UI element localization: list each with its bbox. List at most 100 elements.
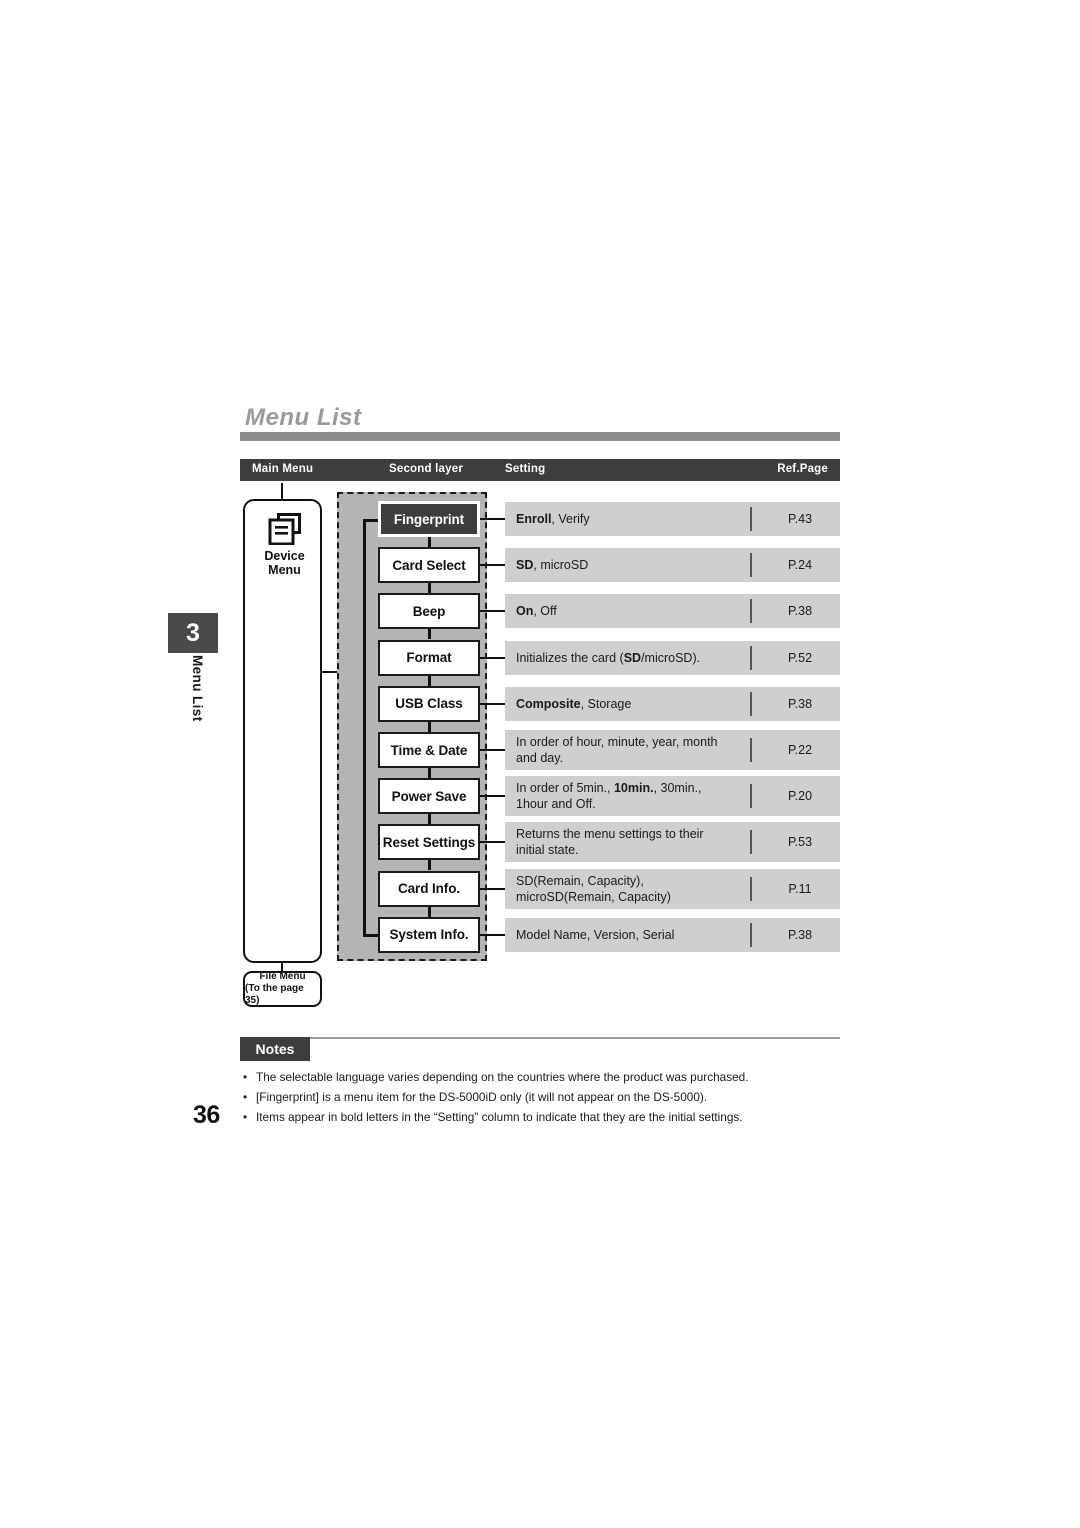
column-divider — [750, 876, 752, 901]
device-menu-top-connector — [281, 483, 283, 500]
column-divider — [750, 507, 752, 531]
ref-page-value: P.38 — [787, 927, 813, 942]
table-row: Model Name, Version, Serial P.38 — [505, 917, 840, 952]
item-to-setting-connector — [480, 795, 505, 798]
item-connector — [428, 583, 431, 594]
note-text: Items appear in bold letters in the “Set… — [256, 1110, 743, 1124]
ref-page-value: P.53 — [787, 835, 813, 850]
column-divider — [750, 922, 752, 947]
table-row: In order of 5min., 10min., 30min., 1hour… — [505, 776, 840, 817]
setting-text: SD, microSD — [516, 558, 589, 573]
menu-item-label: USB Class — [395, 696, 463, 712]
column-divider — [750, 738, 752, 762]
notes-rule — [240, 1037, 840, 1039]
menu-item-label: Beep — [412, 603, 446, 619]
column-header-ref-page: Ref.Page — [777, 463, 828, 475]
page-number: 36 — [193, 1101, 220, 1129]
item-to-setting-connector — [480, 887, 505, 890]
menu-item-usb-class[interactable]: USB Class — [378, 685, 480, 722]
table-row: Enroll, Verify P.43 — [505, 502, 840, 536]
menu-item-format[interactable]: Format — [378, 639, 480, 676]
file-menu-box[interactable]: File Menu (To the page 35) — [243, 971, 322, 1007]
device-menu-box: Device Menu — [243, 499, 322, 963]
file-menu-page-ref: (To the page 35) — [245, 983, 304, 1006]
device-menu-label-line2: Menu — [268, 563, 301, 577]
ref-page-value: P.11 — [788, 881, 812, 896]
item-to-setting-connector — [480, 841, 505, 844]
menu-item-label: Reset Settings — [382, 834, 476, 850]
device-menu-label-line1: Device — [264, 549, 305, 563]
menu-item-reset-settings[interactable]: Reset Settings — [378, 824, 480, 861]
document-list-icon — [268, 513, 301, 545]
table-row: On, Off P.38 — [505, 594, 840, 629]
ref-page-value: P.38 — [787, 696, 813, 711]
note-item: • Items appear in bold letters in the “Se… — [240, 1108, 840, 1127]
item-to-setting-connector — [480, 933, 505, 936]
item-connector — [428, 629, 431, 640]
item-connector — [428, 860, 431, 871]
item-to-setting-connector — [480, 749, 505, 751]
item-to-setting-connector — [480, 702, 505, 705]
chapter-number: 3 — [186, 618, 200, 647]
column-divider — [750, 830, 752, 855]
menu-item-label: Power Save — [391, 788, 467, 804]
bullet-icon: • — [243, 1090, 248, 1104]
menu-item-card-select[interactable]: Card Select — [378, 547, 480, 584]
setting-text: On, Off — [516, 604, 557, 619]
menu-item-card-info[interactable]: Card Info. — [378, 870, 480, 907]
item-connector — [428, 537, 431, 547]
setting-text: SD(Remain, Capacity), microSD(Remain, Ca… — [516, 873, 671, 904]
setting-text: Initializes the card (SD/microSD). — [516, 650, 701, 665]
menu-item-beep[interactable]: Beep — [378, 593, 480, 630]
ref-page-value: P.24 — [787, 558, 813, 573]
bullet-icon: • — [243, 1070, 248, 1084]
file-menu-label: File Menu — [259, 971, 306, 982]
column-divider — [750, 553, 752, 578]
table-row: SD(Remain, Capacity), microSD(Remain, Ca… — [505, 868, 840, 909]
menu-item-label: System Info. — [389, 927, 469, 943]
column-header-second-layer: Second layer — [389, 463, 463, 475]
page-title: Menu List — [245, 404, 362, 431]
item-connector — [428, 814, 431, 825]
table-row: Initializes the card (SD/microSD). P.52 — [505, 640, 840, 675]
ref-page-value: P.52 — [787, 650, 813, 665]
menu-item-system-info[interactable]: System Info. — [378, 916, 480, 953]
ref-page-value: P.22 — [787, 743, 813, 757]
item-connector — [428, 906, 431, 917]
column-divider — [750, 691, 752, 716]
table-row: In order of hour, minute, year, month an… — [505, 730, 840, 770]
note-text: [Fingerprint] is a menu item for the DS-… — [256, 1090, 708, 1104]
menu-item-label: Fingerprint — [393, 511, 465, 527]
notes-list: • The selectable language varies dependin… — [240, 1068, 840, 1128]
menu-item-power-save[interactable]: Power Save — [378, 778, 480, 815]
bullet-icon: • — [243, 1110, 248, 1124]
column-header-main-menu: Main Menu — [252, 463, 314, 475]
device-menu-label: Device Menu — [245, 549, 324, 577]
item-to-setting-connector — [480, 656, 505, 659]
menu-item-fingerprint[interactable]: Fingerprint — [378, 501, 480, 537]
column-divider — [750, 784, 752, 809]
menu-item-label: Card Info. — [398, 881, 460, 897]
group-spine — [363, 519, 366, 937]
table-row: Returns the menu settings to their initi… — [505, 822, 840, 863]
menu-item-label: Format — [406, 650, 452, 666]
note-text: The selectable language varies depending… — [256, 1070, 749, 1084]
ref-page-value: P.20 — [787, 789, 813, 804]
table-row: Composite, Storage P.38 — [505, 686, 840, 721]
note-item: • The selectable language varies dependin… — [240, 1068, 840, 1087]
ref-page-value: P.43 — [787, 512, 813, 526]
item-connector — [428, 721, 431, 732]
setting-text: Enroll, Verify — [516, 512, 590, 526]
setting-text: Model Name, Version, Serial — [516, 927, 675, 942]
ref-page-value: P.38 — [787, 604, 813, 619]
table-header-bar: Main Menu Second layer Setting Ref.Page — [240, 459, 840, 481]
menu-item-label: Time & Date — [390, 742, 468, 758]
menu-item-label: Card Select — [392, 557, 466, 573]
chapter-tab: 3 — [168, 613, 218, 653]
column-divider — [750, 599, 752, 624]
table-row: SD, microSD P.24 — [505, 548, 840, 583]
setting-text: In order of 5min., 10min., 30min., 1hour… — [516, 781, 702, 812]
setting-text: In order of hour, minute, year, month an… — [516, 735, 718, 765]
menu-item-time-date[interactable]: Time & Date — [378, 732, 480, 768]
manual-page: 3 Menu List Menu List Main Menu Second l… — [0, 0, 1080, 1528]
